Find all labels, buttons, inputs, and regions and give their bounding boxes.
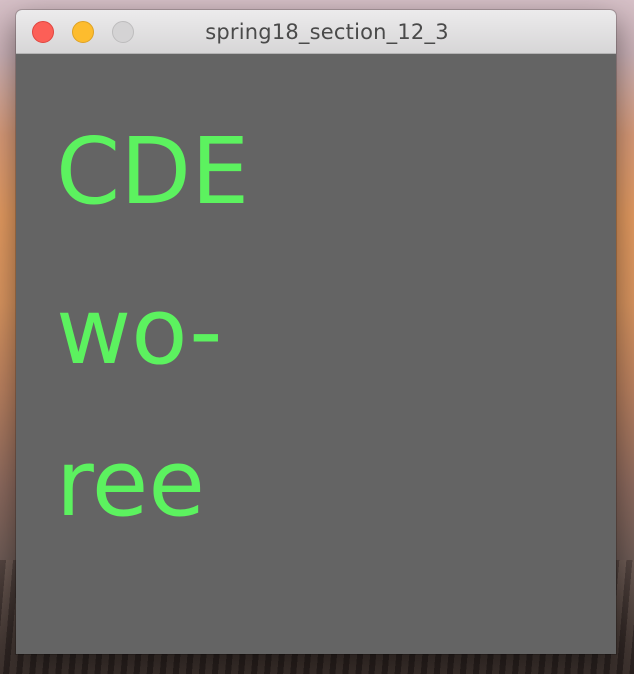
sketch-canvas[interactable]: CDE wo- ree: [16, 54, 616, 654]
sketch-window: spring18_section_12_3 CDE wo- ree: [16, 10, 616, 654]
traffic-lights: [32, 21, 134, 43]
canvas-text-line-1: CDE: [56, 118, 250, 225]
close-button[interactable]: [32, 21, 54, 43]
zoom-button[interactable]: [112, 21, 134, 43]
minimize-button[interactable]: [72, 21, 94, 43]
window-titlebar[interactable]: spring18_section_12_3: [16, 10, 616, 54]
canvas-text-line-3: ree: [56, 430, 206, 537]
window-title: spring18_section_12_3: [205, 19, 449, 44]
canvas-text-line-2: wo-: [56, 278, 223, 385]
